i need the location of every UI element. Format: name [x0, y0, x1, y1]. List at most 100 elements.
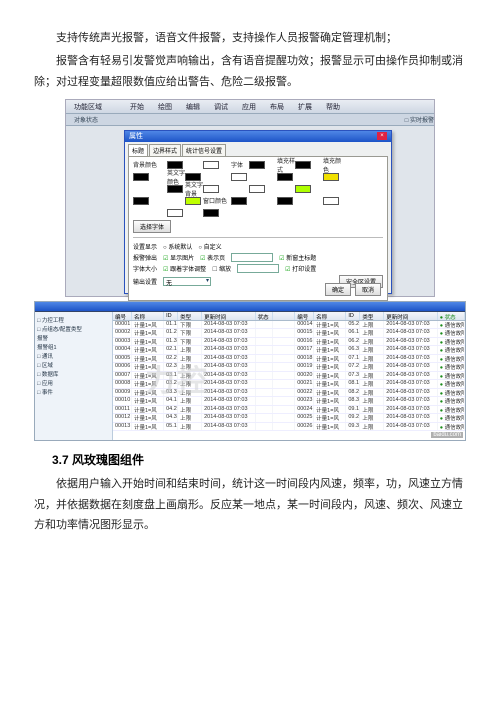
fontsize-field[interactable]	[237, 264, 279, 273]
grid-cell: 00009	[113, 389, 132, 397]
grid-header-cell[interactable]: 名称	[314, 312, 346, 320]
grid-cell: 00010	[113, 397, 132, 405]
chk-print-settings[interactable]: 打印设置	[285, 264, 316, 273]
table-row[interactable]: 00013计量1=风05.1上限2014-08-03 07:0300026计量1…	[113, 423, 465, 432]
tree-node[interactable]: □ 数据库	[37, 370, 110, 378]
ok-button[interactable]: 确定	[325, 283, 351, 296]
menu-item[interactable]: 开始	[130, 102, 144, 111]
dialog-tab[interactable]: 统计信号设置	[182, 144, 226, 156]
grid-header-cell[interactable]: 类型	[360, 312, 384, 320]
color-swatch[interactable]	[167, 185, 183, 193]
color-swatch[interactable]	[231, 173, 247, 181]
tag-grid: 编号名称ID类型更新时间状态编号名称ID类型更新时间状态 00001计量1=风0…	[113, 312, 465, 440]
color-swatch[interactable]	[203, 161, 219, 169]
grid-header-cell[interactable]: 编号	[113, 312, 132, 320]
grid-cell: 计量1=风	[314, 397, 346, 405]
table-row[interactable]: 00012计量1=风04.3上限2014-08-03 07:0300025计量1…	[113, 414, 465, 423]
table-row[interactable]: 00004计量1=风02.1上限2014-08-03 07:0300017计量1…	[113, 346, 465, 355]
chk-follow-font[interactable]: 跟着字体调整	[163, 264, 206, 273]
tree-node[interactable]: □ 区域	[37, 361, 110, 369]
color-row-label: 窗口颜色	[203, 196, 231, 205]
grid-header-cell[interactable]: 更新时间	[384, 312, 438, 320]
table-row[interactable]: 00001计量1=风01.1下限2014-08-03 07:0300014计量1…	[113, 321, 465, 330]
color-swatch[interactable]	[295, 161, 311, 169]
radio-system-default[interactable]: 系统默认	[163, 242, 192, 251]
color-swatch[interactable]	[249, 161, 265, 169]
grid-cell: 上限	[360, 423, 384, 431]
color-swatch[interactable]	[167, 209, 183, 217]
table-row[interactable]: 00011计量1=风04.2上限2014-08-03 07:0300024计量1…	[113, 406, 465, 415]
grid-header-cell[interactable]: ID	[346, 312, 360, 320]
grid-header-cell[interactable]: 名称	[132, 312, 164, 320]
table-row[interactable]: 00007计量1=风03.1上限2014-08-03 07:0300020计量1…	[113, 372, 465, 381]
body-para-1: 支持传统声光报警，语音文件报警，支持操作人员报警确定管理机制；	[34, 28, 466, 49]
radio-custom[interactable]: 自定义	[198, 242, 221, 251]
color-swatch[interactable]	[249, 185, 265, 193]
color-swatch[interactable]	[277, 173, 293, 181]
table-row[interactable]: 00010计量1=风04.1上限2014-08-03 07:0300023计量1…	[113, 397, 465, 406]
grid-header-cell[interactable]: ID	[164, 312, 178, 320]
menu-item[interactable]: 帮助	[326, 102, 340, 111]
grid-cell: 07.1	[346, 355, 360, 363]
grid-cell: 计量1=风	[314, 406, 346, 414]
grid-cell	[273, 372, 295, 380]
chk-show-image[interactable]: 显示图片	[163, 253, 194, 262]
table-row[interactable]: 00005计量1=风02.2上限2014-08-03 07:0300018计量1…	[113, 355, 465, 364]
grid-cell	[256, 372, 273, 380]
menu-item[interactable]: 调试	[214, 102, 228, 111]
dialog-tab[interactable]: 边界样式	[149, 144, 181, 156]
tree-node[interactable]: □ 通讯	[37, 352, 110, 360]
popup-field[interactable]	[231, 253, 273, 262]
color-swatch[interactable]	[323, 173, 339, 181]
grid-cell: 上限	[178, 397, 202, 405]
color-swatch[interactable]	[277, 197, 293, 205]
cancel-button[interactable]: 取消	[355, 283, 381, 296]
grid-header-cell[interactable]: 状态	[256, 312, 273, 320]
close-icon[interactable]: ×	[377, 132, 387, 140]
menu-item[interactable]: 扩展	[298, 102, 312, 111]
menu-item[interactable]: 编辑	[186, 102, 200, 111]
color-swatch[interactable]	[185, 197, 201, 205]
dialog-tab[interactable]: 标题	[128, 144, 148, 156]
tree-node[interactable]: □ 力控工程	[37, 316, 110, 324]
color-swatch[interactable]	[231, 197, 247, 205]
grid-cell: 计量1=风	[132, 380, 164, 388]
grid-header-cell[interactable]: 状态	[438, 312, 465, 320]
menu-item[interactable]: 功能区域	[74, 102, 102, 111]
grid-cell: 计量1=风	[314, 363, 346, 371]
table-row[interactable]: 00008计量1=风03.2上限2014-08-03 07:0300021计量1…	[113, 380, 465, 389]
color-swatch[interactable]	[203, 185, 219, 193]
chk-show-page[interactable]: 表示页	[200, 253, 225, 262]
tree-node[interactable]: □ 应用	[37, 379, 110, 387]
chk-zoom[interactable]: 缩放	[212, 264, 231, 273]
table-row[interactable]: 00009计量1=风03.3上限2014-08-03 07:0300022计量1…	[113, 389, 465, 398]
grid-header-cell[interactable]: 更新时间	[202, 312, 256, 320]
color-swatch[interactable]	[323, 197, 339, 205]
color-swatch[interactable]	[133, 197, 149, 205]
color-swatch[interactable]	[203, 209, 219, 217]
table-row[interactable]: 00002计量1=风01.2下限2014-08-03 07:0300015计量1…	[113, 329, 465, 338]
grid-cell: 上限	[360, 389, 384, 397]
tree-node[interactable]: 报警	[37, 334, 110, 342]
grid-cell: 2014-08-03 07:03	[202, 380, 256, 388]
table-row[interactable]: 00006计量1=风02.3上限2014-08-03 07:0300019计量1…	[113, 363, 465, 372]
tree-node[interactable]: □ 事件	[37, 388, 110, 396]
tree-node[interactable]: 报警组1	[37, 343, 110, 351]
menu-item[interactable]: 应用	[242, 102, 256, 111]
grid-cell: 通信故障	[438, 389, 465, 397]
tree-node[interactable]: □ 点组态/配置类型	[37, 325, 110, 333]
menu-item[interactable]: 布局	[270, 102, 284, 111]
color-swatch[interactable]	[295, 185, 311, 193]
grid-header-cell[interactable]: 类型	[178, 312, 202, 320]
grid-header-cell[interactable]: 编号	[295, 312, 314, 320]
grid-cell: 通信故障	[438, 355, 465, 363]
output-combo[interactable]: 无	[163, 277, 211, 286]
grid-cell: 05.1	[164, 423, 178, 431]
grid-cell: 通信故障	[438, 380, 465, 388]
color-swatch[interactable]	[133, 173, 149, 181]
font-select-button[interactable]: 选择字体	[133, 220, 171, 233]
table-row[interactable]: 00003计量1=风01.3下限2014-08-03 07:0300016计量1…	[113, 338, 465, 347]
chk-new-window-title[interactable]: 新窗主标题	[279, 253, 316, 262]
grid-header-cell[interactable]	[273, 312, 295, 320]
menu-item[interactable]: 绘图	[158, 102, 172, 111]
